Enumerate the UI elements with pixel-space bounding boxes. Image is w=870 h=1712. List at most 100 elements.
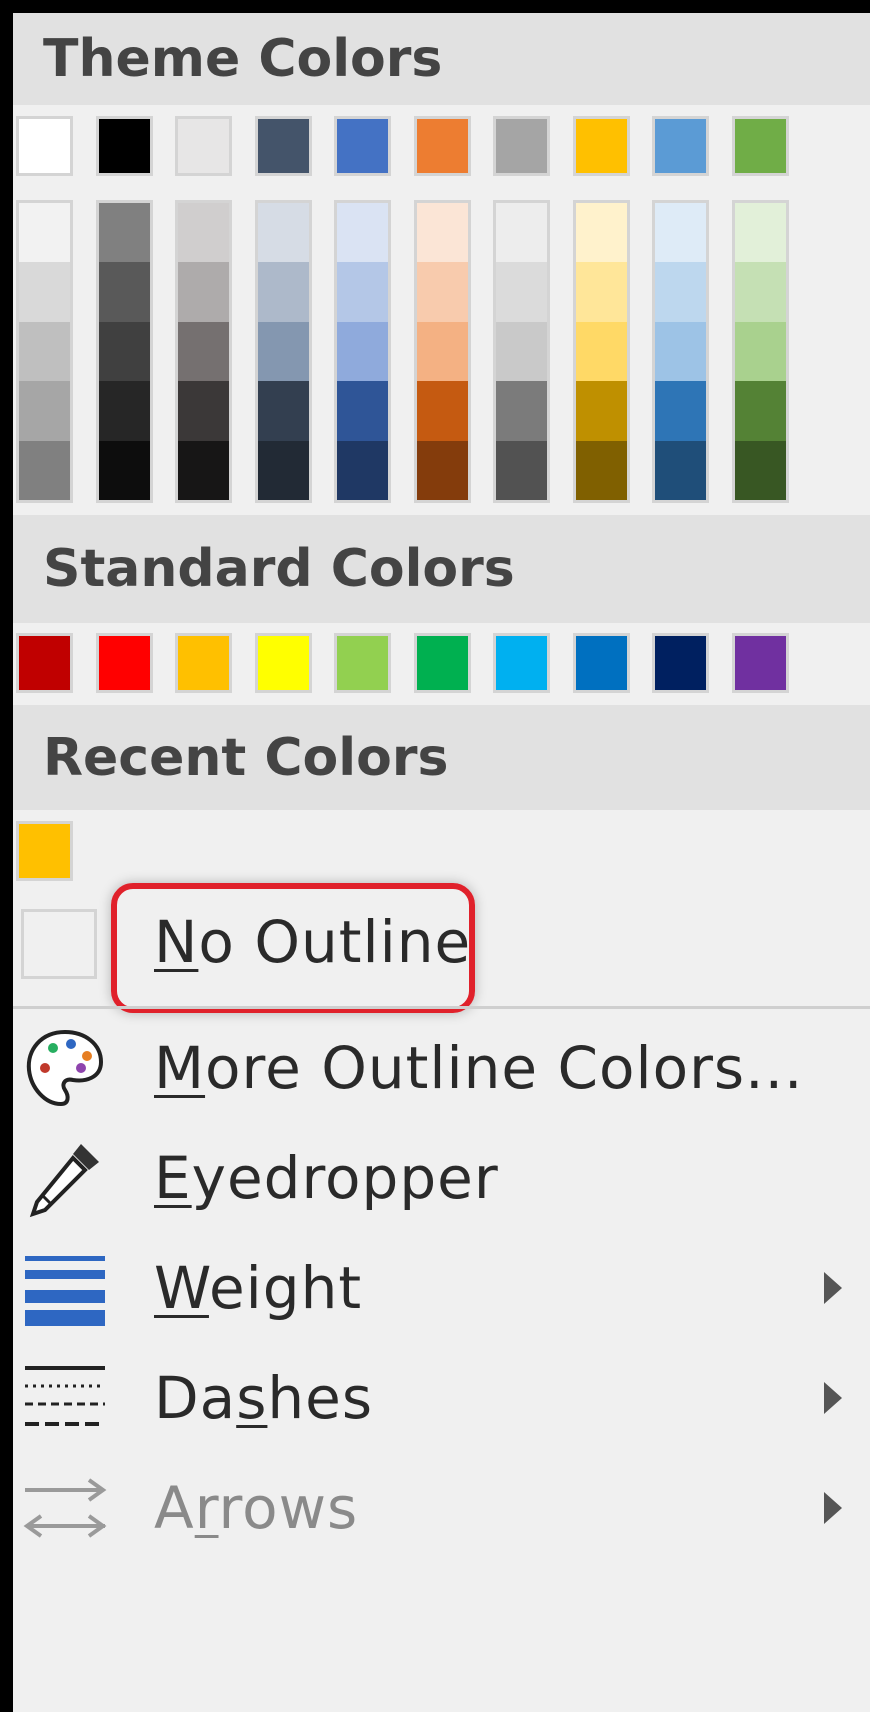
theme-shade-swatch[interactable]: [496, 262, 547, 322]
arrows-label: Arrows: [154, 1474, 359, 1542]
theme-shade-swatch[interactable]: [337, 440, 388, 500]
theme-shade-swatch[interactable]: [337, 321, 388, 382]
theme-shade-swatch[interactable]: [496, 440, 547, 500]
theme-shade-column: [175, 200, 232, 503]
line-weight-icon: [21, 1244, 109, 1332]
theme-shade-swatch[interactable]: [734, 440, 786, 500]
standard-color-swatch[interactable]: [334, 633, 391, 693]
theme-shade-swatch[interactable]: [337, 381, 388, 441]
no-outline-label: No Outline: [154, 908, 472, 976]
theme-color-swatch[interactable]: [493, 116, 550, 176]
theme-shade-swatch[interactable]: [416, 203, 468, 263]
theme-shade-swatch[interactable]: [575, 381, 627, 441]
theme-shade-column: [95, 200, 153, 503]
theme-shade-swatch[interactable]: [337, 203, 388, 263]
theme-shade-swatch[interactable]: [257, 440, 309, 500]
arrows-icon: [21, 1464, 109, 1552]
theme-shade-swatch[interactable]: [575, 440, 627, 500]
more-outline-colors-label: More Outline Colors...: [154, 1034, 804, 1102]
theme-color-swatch[interactable]: [16, 116, 73, 176]
theme-shade-swatch[interactable]: [178, 203, 229, 263]
recent-colors-header: Recent Colors: [13, 705, 870, 810]
theme-shade-swatch[interactable]: [496, 381, 547, 441]
dashes-label: Dashes: [154, 1364, 374, 1432]
standard-color-swatch[interactable]: [95, 633, 153, 693]
standard-color-swatch[interactable]: [413, 633, 471, 693]
theme-shade-swatch[interactable]: [416, 321, 468, 382]
theme-shade-swatch[interactable]: [575, 321, 627, 382]
theme-shade-swatch[interactable]: [98, 440, 150, 500]
theme-shade-swatch[interactable]: [98, 203, 150, 263]
theme-shade-swatch[interactable]: [178, 440, 229, 500]
outline-color-menu: Theme Colors Standard Colors Recent Colo…: [0, 0, 870, 1712]
theme-shade-swatch[interactable]: [734, 321, 786, 382]
standard-color-swatch[interactable]: [175, 633, 232, 693]
theme-shade-swatch[interactable]: [98, 381, 150, 441]
eyedropper-label: Eyedropper: [154, 1144, 499, 1212]
theme-shade-column: [493, 200, 550, 503]
standard-color-swatch[interactable]: [493, 633, 550, 693]
theme-shade-swatch[interactable]: [337, 262, 388, 322]
theme-shade-swatch[interactable]: [19, 321, 70, 382]
theme-shade-swatch[interactable]: [416, 440, 468, 500]
theme-shade-swatch[interactable]: [575, 262, 627, 322]
submenu-arrow-icon: [824, 1492, 842, 1524]
eyedropper-icon: [21, 1134, 109, 1222]
theme-shade-swatch[interactable]: [734, 203, 786, 263]
weight-item[interactable]: Weight: [13, 1233, 870, 1343]
theme-shade-swatch[interactable]: [496, 203, 547, 263]
arrows-item[interactable]: Arrows: [13, 1453, 870, 1563]
eyedropper-item[interactable]: Eyedropper: [13, 1123, 870, 1233]
theme-shade-column: [652, 200, 709, 503]
theme-shade-swatch[interactable]: [655, 262, 706, 322]
palette-icon: [21, 1024, 109, 1112]
theme-color-swatch[interactable]: [652, 116, 709, 176]
standard-color-swatch[interactable]: [254, 633, 312, 693]
theme-color-swatch[interactable]: [95, 116, 153, 176]
menu-separator: [13, 1006, 870, 1009]
standard-colors-header: Standard Colors: [13, 515, 870, 623]
theme-shade-swatch[interactable]: [19, 381, 70, 441]
theme-color-swatch[interactable]: [572, 116, 630, 176]
theme-shade-swatch[interactable]: [178, 262, 229, 322]
submenu-arrow-icon: [824, 1382, 842, 1414]
theme-shade-swatch[interactable]: [257, 262, 309, 322]
theme-shade-swatch[interactable]: [734, 381, 786, 441]
theme-shade-swatch[interactable]: [19, 440, 70, 500]
theme-shade-swatch[interactable]: [734, 262, 786, 322]
no-outline-item[interactable]: No Outline: [13, 887, 870, 997]
theme-color-swatch[interactable]: [175, 116, 232, 176]
theme-shade-swatch[interactable]: [496, 321, 547, 382]
theme-shade-swatch[interactable]: [19, 203, 70, 263]
theme-shade-swatch[interactable]: [257, 321, 309, 382]
weight-label: Weight: [154, 1254, 363, 1322]
theme-colors-title: Theme Colors: [43, 29, 443, 89]
theme-shade-column: [16, 200, 73, 503]
theme-shade-swatch[interactable]: [178, 321, 229, 382]
theme-shade-swatch[interactable]: [575, 203, 627, 263]
theme-shade-swatch[interactable]: [416, 381, 468, 441]
theme-shade-swatch[interactable]: [655, 321, 706, 382]
standard-color-swatch[interactable]: [16, 633, 73, 693]
theme-color-swatch[interactable]: [731, 116, 789, 176]
theme-shade-swatch[interactable]: [98, 321, 150, 382]
theme-color-swatch[interactable]: [413, 116, 471, 176]
theme-shade-swatch[interactable]: [416, 262, 468, 322]
theme-color-swatch[interactable]: [334, 116, 391, 176]
recent-colors-title: Recent Colors: [43, 727, 449, 788]
more-outline-colors-item[interactable]: More Outline Colors...: [13, 1013, 870, 1123]
dashes-item[interactable]: Dashes: [13, 1343, 870, 1453]
standard-color-swatch[interactable]: [572, 633, 630, 693]
theme-shade-swatch[interactable]: [98, 262, 150, 322]
theme-shade-swatch[interactable]: [257, 203, 309, 263]
theme-shade-swatch[interactable]: [655, 203, 706, 263]
recent-color-swatch[interactable]: [16, 821, 73, 881]
standard-color-swatch[interactable]: [652, 633, 709, 693]
theme-shade-swatch[interactable]: [257, 381, 309, 441]
theme-color-swatch[interactable]: [254, 116, 312, 176]
theme-shade-swatch[interactable]: [178, 381, 229, 441]
theme-shade-swatch[interactable]: [655, 440, 706, 500]
standard-color-swatch[interactable]: [731, 633, 789, 693]
theme-shade-swatch[interactable]: [655, 381, 706, 441]
theme-shade-swatch[interactable]: [19, 262, 70, 322]
